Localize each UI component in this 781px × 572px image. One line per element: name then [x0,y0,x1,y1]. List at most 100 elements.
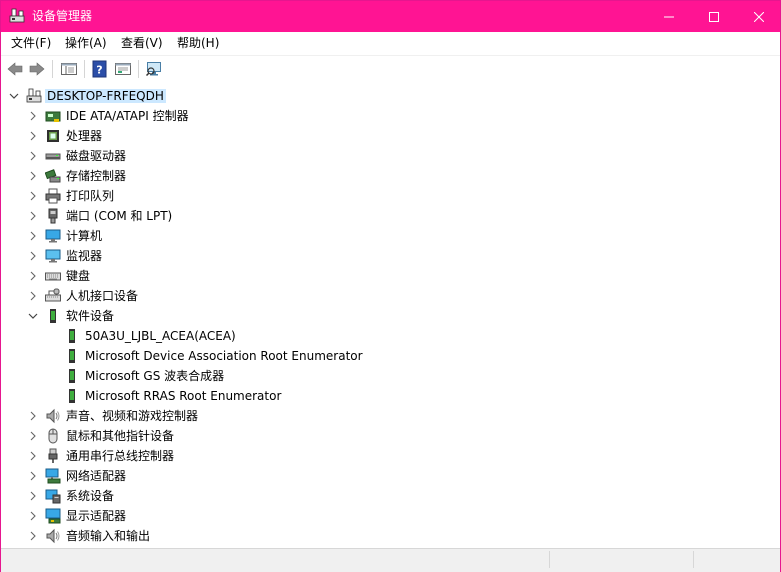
category-mice[interactable]: 鼠标和其他指针设备 [1,426,780,446]
menu-bar: 文件(F) 操作(A) 查看(V) 帮助(H) [1,32,780,55]
help-icon: ? [92,60,107,78]
category-label: 系统设备 [66,489,115,503]
menu-view[interactable]: 查看(V) [121,36,163,51]
category-label: 计算机 [66,229,103,243]
monitor-icon [45,249,61,263]
toolbar-separator [84,60,85,78]
forward-button[interactable] [28,60,46,78]
menu-help[interactable]: 帮助(H) [177,36,219,51]
chevron-right-icon[interactable] [28,511,38,521]
device-label: Microsoft GS 波表合成器 [85,369,225,383]
device-item[interactable]: 50A3U_LJBL_ACEA(ACEA) [1,326,780,346]
processor-icon [47,130,59,142]
display-adapter-icon [45,508,61,524]
category-processor[interactable]: 处理器 [1,126,780,146]
chevron-right-icon[interactable] [28,191,38,201]
properties-icon [115,63,131,75]
maximize-button[interactable] [691,1,736,32]
hid-icon [45,288,61,302]
printer-icon [45,188,61,204]
chevron-down-icon[interactable] [9,91,19,101]
back-button[interactable] [6,60,24,78]
category-label: 声音、视频和游戏控制器 [66,409,199,423]
chevron-right-icon[interactable] [28,431,38,441]
chevron-right-icon[interactable] [28,531,38,541]
chevron-down-icon[interactable] [28,311,38,321]
svg-text:?: ? [96,64,102,77]
scan-hardware-button[interactable] [145,60,163,78]
category-label: 显示适配器 [66,509,127,523]
category-label: 软件设备 [66,309,115,323]
chevron-right-icon[interactable] [28,491,38,501]
chevron-right-icon[interactable] [28,151,38,161]
chevron-right-icon[interactable] [28,451,38,461]
category-label: 打印队列 [66,189,115,203]
toolbar-separator [138,60,139,78]
chevron-right-icon[interactable] [28,471,38,481]
category-label: 网络适配器 [66,469,127,483]
category-software-devices[interactable]: 软件设备 [1,306,780,326]
category-print-queues[interactable]: 打印队列 [1,186,780,206]
chevron-right-icon[interactable] [28,271,38,281]
ide-controller-icon [45,111,61,122]
title-bar[interactable]: 设备管理器 [1,1,780,32]
menu-action[interactable]: 操作(A) [65,36,107,51]
status-bar [1,548,780,572]
chevron-right-icon[interactable] [28,291,38,301]
chevron-right-icon[interactable] [28,211,38,221]
category-ide-ata-atapi[interactable]: IDE ATA/ATAPI 控制器 [1,106,780,126]
computer-icon [45,229,61,243]
chevron-right-icon[interactable] [28,131,38,141]
category-system-devices[interactable]: 系统设备 [1,486,780,506]
forward-arrow-icon [29,62,45,76]
category-usb-controllers[interactable]: 通用串行总线控制器 [1,446,780,466]
computer-root-icon [26,88,42,103]
category-hid[interactable]: 人机接口设备 [1,286,780,306]
chevron-right-icon[interactable] [28,231,38,241]
category-display-adapters[interactable]: 显示适配器 [1,506,780,526]
show-hide-console-tree-button[interactable] [60,60,78,78]
software-device-icon [69,329,75,343]
tree-root[interactable]: DESKTOP-FRFEQDH [1,86,780,106]
audio-io-icon [46,528,60,544]
category-keyboards[interactable]: 键盘 [1,266,780,286]
close-button[interactable] [736,1,781,32]
device-item[interactable]: Microsoft Device Association Root Enumer… [1,346,780,366]
category-monitors[interactable]: 监视器 [1,246,780,266]
toolbar-separator [52,60,53,78]
minimize-button[interactable] [646,1,691,32]
scan-hardware-icon [145,62,161,77]
properties-button[interactable] [114,60,132,78]
status-pane-divider [693,551,695,568]
chevron-right-icon[interactable] [28,411,38,421]
menu-file[interactable]: 文件(F) [11,36,51,51]
category-sound-video-game[interactable]: 声音、视频和游戏控制器 [1,406,780,426]
minimize-icon [663,16,674,17]
chevron-right-icon[interactable] [28,111,38,121]
chevron-right-icon[interactable] [28,251,38,261]
device-manager-window: 设备管理器 文件(F) 操作(A) 查看(V) 帮助(H) ? DESKTOP-… [0,0,781,572]
category-audio-inputs-outputs[interactable]: 音频输入和输出 [1,526,780,546]
category-label: 端口 (COM 和 LPT) [66,209,173,223]
category-storage-controllers[interactable]: 存储控制器 [1,166,780,186]
device-manager-app-icon [9,8,25,24]
disk-drive-icon [45,153,61,160]
category-label: 监视器 [66,249,103,263]
category-network-adapters[interactable]: 网络适配器 [1,466,780,486]
category-label: 磁盘驱动器 [66,149,127,163]
storage-controller-icon [45,169,61,183]
category-disk-drives[interactable]: 磁盘驱动器 [1,146,780,166]
tree-root-label: DESKTOP-FRFEQDH [45,89,166,103]
device-item[interactable]: Microsoft RRAS Root Enumerator [1,386,780,406]
category-computer[interactable]: 计算机 [1,226,780,246]
software-device-icon [69,389,75,403]
maximize-icon [708,11,719,22]
mouse-icon [48,428,58,444]
category-label: 键盘 [66,269,91,283]
keyboard-icon [45,272,61,281]
chevron-right-icon[interactable] [28,171,38,181]
category-ports[interactable]: 端口 (COM 和 LPT) [1,206,780,226]
help-button[interactable]: ? [91,60,109,78]
device-tree: DESKTOP-FRFEQDH IDE ATA/ATAPI 控制器 处理器 磁盘… [1,82,780,548]
device-item[interactable]: Microsoft GS 波表合成器 [1,366,780,386]
